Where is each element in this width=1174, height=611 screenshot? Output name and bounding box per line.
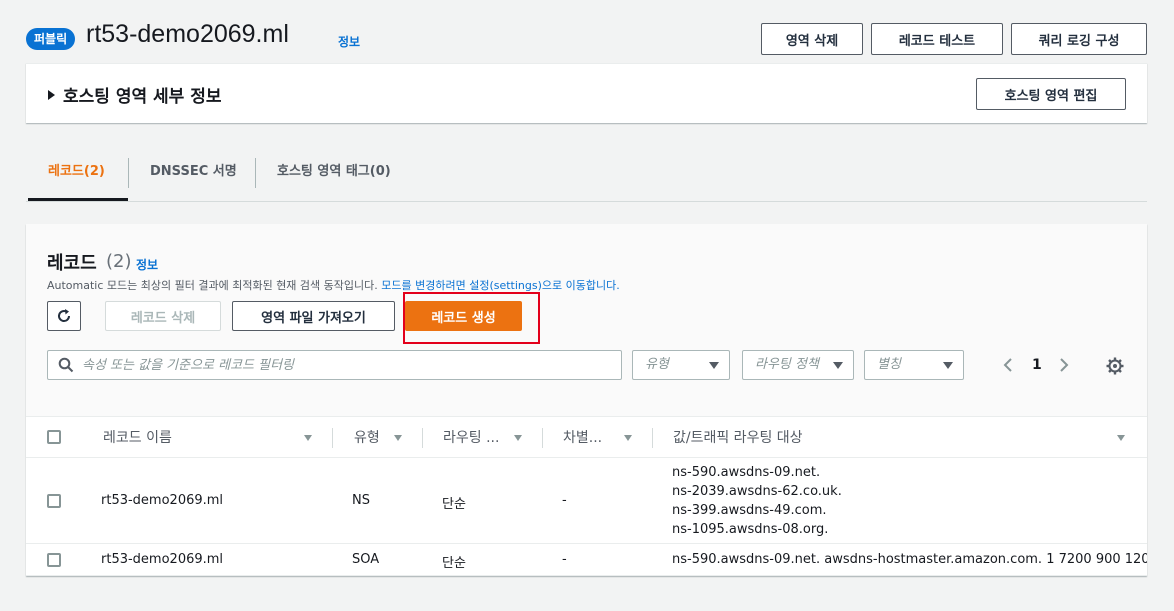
details-expand-toggle[interactable]: 호스팅 영역 세부 정보 <box>48 82 222 107</box>
info-link[interactable]: 정보 <box>338 33 360 50</box>
page-title: rt53-demo2069.ml <box>86 20 289 48</box>
tab-dnssec[interactable]: DNSSEC 서명 <box>130 156 257 188</box>
chevron-right-icon[interactable] <box>1056 357 1070 373</box>
column-header-name[interactable]: 레코드 이름 <box>103 417 172 459</box>
column-divider <box>422 428 423 448</box>
tab-bar: 레코드(2) DNSSEC 서명 호스팅 영역 태그(0) <box>26 146 1147 202</box>
records-title: 레코드 <box>47 253 97 274</box>
import-zone-file-button[interactable]: 영역 파일 가져오기 <box>232 301 395 331</box>
row-checkbox[interactable] <box>47 494 61 508</box>
description-text: Automatic 모드는 최상의 필터 결과에 최적화된 현재 검색 동작입니… <box>47 279 382 292</box>
gear-icon[interactable] <box>1106 357 1124 375</box>
records-header: 레코드 (2) 정보 Automatic 모드는 최상의 필터 결과에 최적화된… <box>26 224 1147 416</box>
caret-right-icon <box>48 89 55 100</box>
edit-hosted-zone-button[interactable]: 호스팅 영역 편집 <box>976 78 1126 110</box>
details-title: 호스팅 영역 세부 정보 <box>63 87 222 107</box>
column-header-type[interactable]: 유형 <box>354 417 380 459</box>
caret-down-icon <box>943 362 953 369</box>
delete-record-button[interactable]: 레코드 삭제 <box>105 301 221 331</box>
column-divider <box>652 428 653 448</box>
caret-down-icon <box>709 362 719 369</box>
tab-hosted-zone-tags[interactable]: 호스팅 영역 태그(0) <box>257 156 411 188</box>
record-value: ns-2039.awsdns-62.co.uk. <box>672 484 842 499</box>
current-page[interactable]: 1 <box>1032 357 1042 373</box>
tab-divider <box>255 158 256 188</box>
pagination: 1 <box>1002 350 1070 380</box>
record-type: SOA <box>352 552 380 567</box>
record-differentiator: - <box>562 493 567 508</box>
refresh-button[interactable] <box>47 301 81 331</box>
tab-divider <box>128 158 129 188</box>
table-row[interactable]: rt53-demo2069.ml SOA 단순 - ns-590.awsdns-… <box>26 544 1147 576</box>
sort-icon[interactable] <box>514 435 522 441</box>
records-panel: 레코드 (2) 정보 Automatic 모드는 최상의 필터 결과에 최적화된… <box>26 224 1147 576</box>
test-record-button[interactable]: 레코드 테스트 <box>871 23 1003 55</box>
tab-records[interactable]: 레코드(2) <box>28 156 125 188</box>
record-differentiator: - <box>562 552 567 567</box>
search-mode-description: Automatic 모드는 최상의 필터 결과에 최적화된 현재 검색 동작입니… <box>47 277 620 293</box>
record-routing: 단순 <box>442 556 466 571</box>
page-header: 퍼블릭 rt53-demo2069.ml 정보 영역 삭제 레코드 테스트 쿼리… <box>0 0 1174 62</box>
record-values: ns-590.awsdns-09.net. ns-2039.awsdns-62.… <box>672 463 842 539</box>
routing-select-label: 라우팅 정책 <box>755 357 819 372</box>
sort-icon[interactable] <box>1117 435 1125 441</box>
caret-down-icon <box>833 362 843 369</box>
record-type: NS <box>352 493 370 508</box>
select-all-checkbox[interactable] <box>47 430 61 444</box>
delete-zone-button[interactable]: 영역 삭제 <box>761 23 863 55</box>
sort-icon[interactable] <box>394 435 402 441</box>
table-header: 레코드 이름 유형 라우팅 ... 차별... 값/트래픽 라우팅 대상 <box>26 416 1147 458</box>
column-header-routing[interactable]: 라우팅 ... <box>443 417 499 459</box>
record-name: rt53-demo2069.ml <box>101 552 224 567</box>
alias-select[interactable]: 별칭 <box>864 350 964 380</box>
query-logging-button[interactable]: 쿼리 로깅 구성 <box>1011 23 1147 55</box>
search-icon <box>58 357 74 373</box>
record-name: rt53-demo2069.ml <box>101 493 224 508</box>
column-header-value[interactable]: 값/트래픽 라우팅 대상 <box>673 417 803 459</box>
record-filter-input[interactable] <box>82 352 612 378</box>
column-divider <box>332 428 333 448</box>
type-select[interactable]: 유형 <box>632 350 730 380</box>
record-routing: 단순 <box>442 497 466 512</box>
record-value: ns-590.awsdns-09.net. <box>672 465 821 480</box>
records-count: (2) <box>106 251 132 272</box>
filter-box <box>47 350 622 380</box>
hosted-zone-details-panel: 호스팅 영역 세부 정보 호스팅 영역 편집 <box>26 63 1147 123</box>
public-badge: 퍼블릭 <box>26 28 76 50</box>
row-checkbox[interactable] <box>47 553 61 567</box>
active-tab-indicator <box>28 198 128 201</box>
record-value: ns-590.awsdns-09.net. awsdns-hostmaster.… <box>672 552 1147 567</box>
highlight-box <box>403 292 540 344</box>
refresh-icon <box>58 309 71 322</box>
sort-icon[interactable] <box>624 435 632 441</box>
settings-link[interactable]: 모드를 변경하려면 설정(settings)으로 이동합니다. <box>381 279 619 292</box>
column-header-differentiator[interactable]: 차별... <box>563 417 602 459</box>
record-value: ns-399.awsdns-49.com. <box>672 503 827 518</box>
chevron-left-icon[interactable] <box>1002 357 1016 373</box>
type-select-label: 유형 <box>645 357 669 372</box>
table-row[interactable]: rt53-demo2069.ml NS 단순 - ns-590.awsdns-0… <box>26 458 1147 544</box>
alias-select-label: 별칭 <box>877 357 901 372</box>
column-divider <box>542 428 543 448</box>
routing-policy-select[interactable]: 라우팅 정책 <box>742 350 854 380</box>
sort-icon[interactable] <box>304 435 312 441</box>
record-value: ns-1095.awsdns-08.org. <box>672 522 829 537</box>
records-info-link[interactable]: 정보 <box>136 256 158 273</box>
